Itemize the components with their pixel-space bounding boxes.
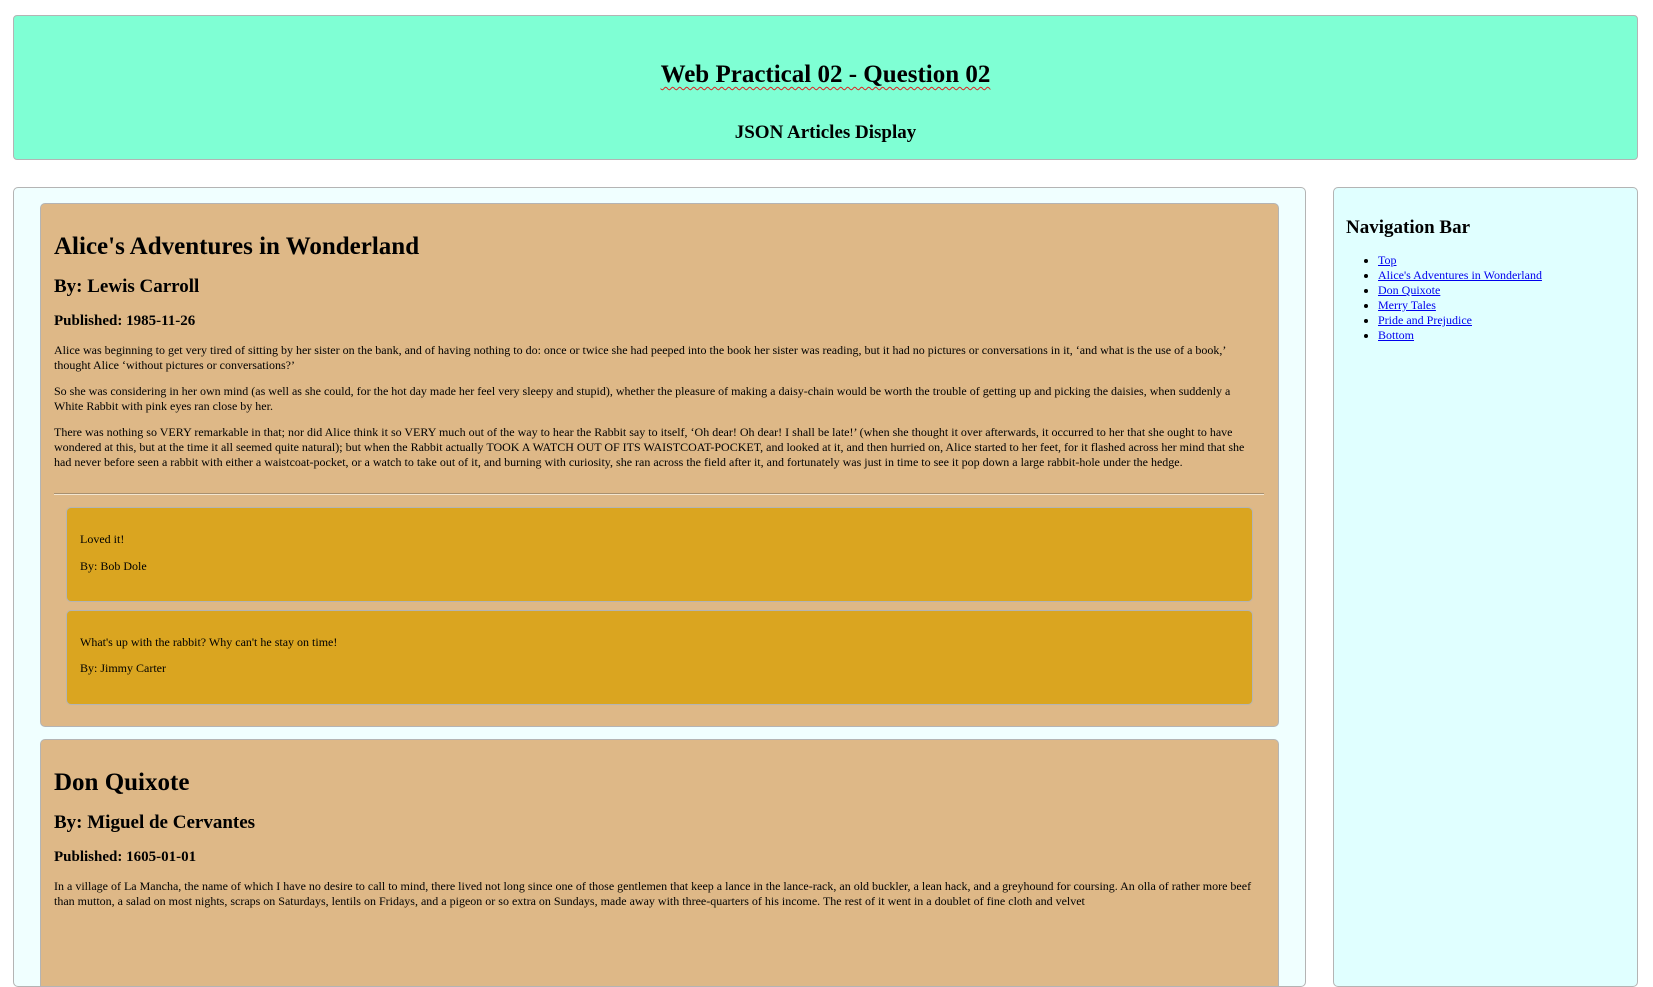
nav-link-alice[interactable]: Alice's Adventures in Wonderland <box>1378 268 1542 282</box>
article-published-date: Published: 1605-01-01 <box>54 849 197 865</box>
nav-link-pride-prejudice[interactable]: Pride and Prejudice <box>1378 313 1472 327</box>
nav-link-don-quixote[interactable]: Don Quixote <box>1378 283 1440 297</box>
article-title: Alice's Adventures in Wonderland <box>54 233 420 260</box>
nav-item-merry-tales: Merry Tales <box>1378 298 1542 313</box>
nav-link-bottom[interactable]: Bottom <box>1378 328 1414 342</box>
nav-title: Navigation Bar <box>1346 217 1471 238</box>
nav-item-top: Top <box>1378 253 1542 268</box>
nav-link-merry-tales[interactable]: Merry Tales <box>1378 298 1436 312</box>
comment-card: Loved it! By: Bob Dole <box>66 507 1253 602</box>
article-paragraph: In a village of La Mancha, the name of w… <box>54 879 1252 908</box>
article-author: By: Lewis Carroll <box>54 276 200 297</box>
navigation-bar: Navigation Bar Top Alice's Adventures in… <box>1333 187 1638 987</box>
article-paragraph: Alice was beginning to get very tired of… <box>54 343 1226 372</box>
article-paragraph: So she was considering in her own mind (… <box>54 384 1231 413</box>
comment-text: What's up with the rabbit? Why can't he … <box>80 635 338 649</box>
article-paragraph: There was nothing so VERY remarkable in … <box>54 425 1245 469</box>
article-card: Alice's Adventures in Wonderland By: Lew… <box>40 203 1279 727</box>
article-title: Don Quixote <box>54 769 190 796</box>
nav-item-bottom: Bottom <box>1378 328 1542 343</box>
article-divider <box>54 493 1264 495</box>
nav-item-don-quixote: Don Quixote <box>1378 283 1542 298</box>
article-published-date: Published: 1985-11-26 <box>54 313 196 329</box>
nav-item-alice: Alice's Adventures in Wonderland <box>1378 268 1542 283</box>
page-subtitle: JSON Articles Display <box>734 122 917 143</box>
nav-item-pride-prejudice: Pride and Prejudice <box>1378 313 1542 328</box>
article-author: By: Miguel de Cervantes <box>54 812 256 833</box>
article-card: Don Quixote By: Miguel de Cervantes Publ… <box>40 739 1279 986</box>
articles-container: Alice's Adventures in Wonderland By: Lew… <box>13 187 1306 987</box>
nav-link-top[interactable]: Top <box>1378 253 1397 267</box>
page-header: Web Practical 02 - Question 02 JSON Arti… <box>13 15 1638 160</box>
comment-text: Loved it! <box>80 532 125 546</box>
nav-list: Top Alice's Adventures in Wonderland Don… <box>1346 253 1542 343</box>
page-title: Web Practical 02 - Question 02 <box>660 61 991 88</box>
comment-author: By: Bob Dole <box>80 559 147 573</box>
comment-card: What's up with the rabbit? Why can't he … <box>66 610 1253 705</box>
comment-author: By: Jimmy Carter <box>80 661 166 675</box>
